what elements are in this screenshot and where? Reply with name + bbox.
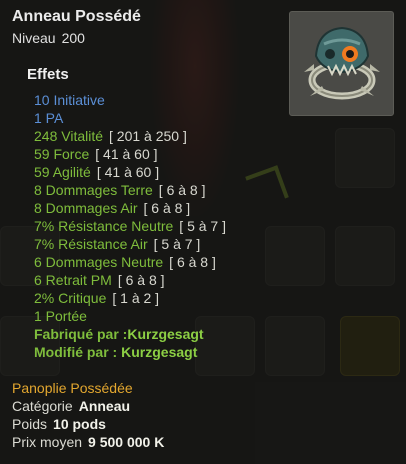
- crafted-by: Fabriqué par :Kurzgesagt: [34, 326, 204, 342]
- item-level: Niveau 200: [12, 30, 85, 46]
- effect-critique: 2% Critique[ 1 à 2 ]: [34, 290, 160, 306]
- item-tooltip: Anneau Possédé Niveau 200 Effets 10 Initi…: [0, 0, 406, 464]
- effects-heading: Effets: [27, 66, 69, 83]
- price-row: Prix moyen 9 500 000 K: [12, 434, 165, 450]
- effect-resistance-neutre: 7% Résistance Neutre[ 5 à 7 ]: [34, 218, 226, 234]
- effect-portee: 1 Portée: [34, 308, 87, 324]
- effects-list: 10 Initiative 1 PA 248 Vitalité[ 201 à 2…: [34, 91, 226, 361]
- modified-by: Modifié par : Kurzgesagt: [34, 344, 198, 360]
- effect-force: 59 Force[ 41 à 60 ]: [34, 146, 158, 162]
- effect-dommages-neutre: 6 Dommages Neutre[ 6 à 8 ]: [34, 254, 216, 270]
- effect-agilite: 59 Agilité[ 41 à 60 ]: [34, 164, 160, 180]
- effect-dommages-air: 8 Dommages Air[ 6 à 8 ]: [34, 200, 191, 216]
- level-label: Niveau: [12, 30, 56, 46]
- possessed-ring-icon: [304, 26, 380, 100]
- effect-resistance-air: 7% Résistance Air[ 5 à 7 ]: [34, 236, 201, 252]
- effect-dommages-terre: 8 Dommages Terre[ 6 à 8 ]: [34, 182, 206, 198]
- effect-initiative: 10 Initiative: [34, 92, 105, 108]
- set-name-link[interactable]: Panoplie Possédée: [12, 379, 164, 397]
- effect-vitalite: 248 Vitalité[ 201 à 250 ]: [34, 128, 187, 144]
- item-footer: Panoplie Possédée Catégorie Anneau Poids 1…: [12, 379, 164, 451]
- effect-pa: 1 PA: [34, 110, 64, 126]
- item-image-frame: [289, 11, 394, 116]
- level-value: 200: [61, 30, 85, 46]
- category-row: Catégorie Anneau: [12, 398, 131, 414]
- effect-retrait-pm: 6 Retrait PM[ 6 à 8 ]: [34, 272, 165, 288]
- weight-row: Poids 10 pods: [12, 416, 106, 432]
- item-name: Anneau Possédé: [12, 8, 141, 25]
